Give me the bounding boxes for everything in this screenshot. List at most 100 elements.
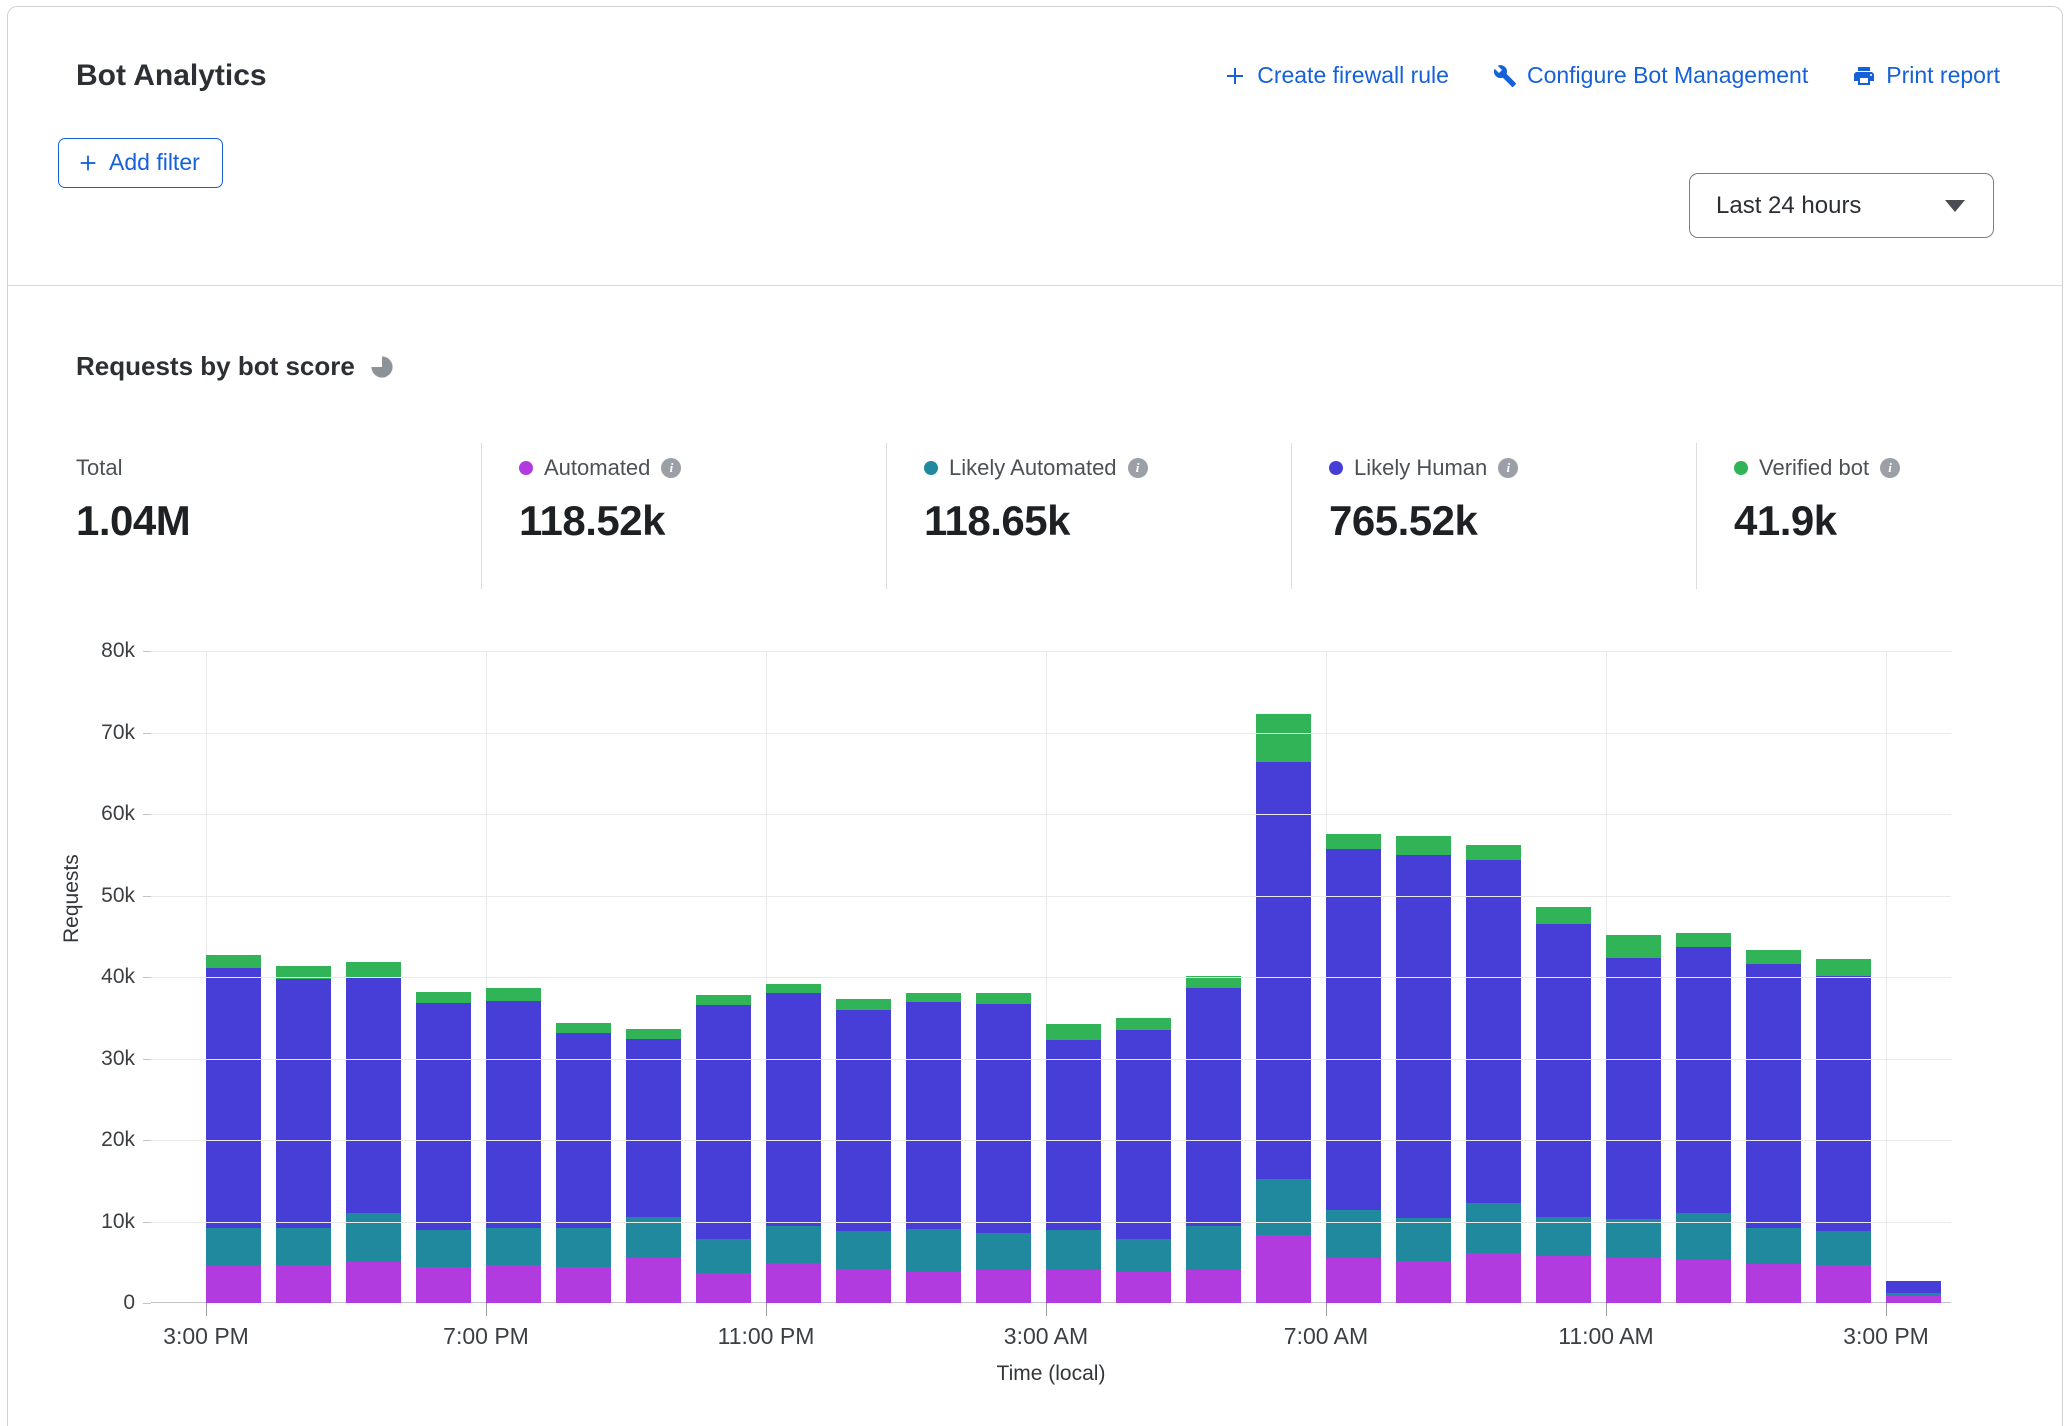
stat-label: Verified bot i (1734, 453, 2070, 483)
bar-segment-automated (1746, 1264, 1801, 1303)
bar-segment-automated (766, 1263, 821, 1303)
stat-likely-human: Likely Humani765.52k (1291, 443, 1696, 589)
bar-segment-automated (1256, 1235, 1311, 1303)
create-firewall-rule-link[interactable]: Create firewall rule (1223, 62, 1449, 89)
legend-dot (1329, 461, 1343, 475)
y-tick-label: 30k (73, 1047, 135, 1071)
stat-value: 118.65k (924, 497, 1291, 545)
bar-segment-automated (206, 1266, 261, 1303)
bar-segment-automated (1816, 1265, 1871, 1303)
configure-bot-management-link[interactable]: Configure Bot Management (1493, 62, 1808, 89)
bar-segment-automated (976, 1270, 1031, 1303)
bar-segment-verified-bot (696, 995, 751, 1005)
x-tick-label: 7:00 AM (1236, 1323, 1416, 1350)
bar-segment-likely-automated (556, 1228, 611, 1267)
bar-segment-likely-human (626, 1039, 681, 1217)
x-tick-label: 3:00 PM (116, 1323, 296, 1350)
time-range-dropdown[interactable]: Last 24 hours (1689, 173, 1994, 238)
bar-segment-verified-bot (1466, 845, 1521, 860)
y-tick-mark (143, 1059, 151, 1060)
info-icon[interactable]: i (661, 458, 681, 478)
bar-segment-verified-bot (1816, 959, 1871, 976)
print-report-label: Print report (1886, 62, 2000, 89)
bar-segment-automated (486, 1265, 541, 1303)
h-gridline (151, 977, 1951, 978)
stat-label: Automatedi (519, 453, 886, 483)
add-filter-button[interactable]: Add filter (58, 138, 223, 188)
h-gridline (151, 814, 1951, 815)
bar-segment-likely-human (1746, 964, 1801, 1228)
plus-icon (1223, 64, 1247, 88)
bar-segment-automated (1536, 1256, 1591, 1303)
header-actions: Create firewall rule Configure Bot Manag… (1223, 62, 2000, 89)
bar-segment-automated (346, 1262, 401, 1303)
info-icon[interactable]: i (1880, 458, 1900, 478)
stat-label-text: Likely Automated (949, 455, 1117, 481)
bar-segment-likely-automated (1326, 1210, 1381, 1258)
bar-segment-automated (1466, 1253, 1521, 1303)
bar-segment-verified-bot (1536, 907, 1591, 924)
bar-segment-likely-automated (836, 1231, 891, 1268)
bar-segment-likely-automated (346, 1213, 401, 1263)
bar-segment-verified-bot (626, 1029, 681, 1039)
y-tick-mark (143, 1222, 151, 1223)
y-tick-label: 50k (73, 884, 135, 908)
legend-dot (519, 461, 533, 475)
configure-bot-management-label: Configure Bot Management (1527, 62, 1808, 89)
bar-segment-likely-human (1116, 1030, 1171, 1239)
stat-label-text: Likely Human (1354, 455, 1487, 481)
bar-segment-likely-human (696, 1005, 751, 1240)
bar-segment-automated (1886, 1296, 1941, 1303)
stat-value: 1.04M (76, 497, 481, 545)
bar-segment-verified-bot (836, 999, 891, 1010)
bar-segment-verified-bot (1256, 714, 1311, 762)
bar-segment-automated (836, 1269, 891, 1303)
stat-label-text: Verified bot (1759, 455, 1869, 481)
bar-segment-automated (1396, 1261, 1451, 1303)
bar-segment-likely-automated (976, 1233, 1031, 1270)
y-tick-label: 20k (73, 1128, 135, 1152)
info-icon[interactable]: i (1128, 458, 1148, 478)
y-tick-label: 60k (73, 802, 135, 826)
bar-segment-automated (906, 1272, 961, 1303)
bar-segment-verified-bot (1396, 836, 1451, 855)
bot-analytics-card: Bot Analytics Create firewall rule Confi… (7, 6, 2063, 1426)
bar-segment-likely-automated (276, 1228, 331, 1265)
bar-segment-verified-bot (976, 993, 1031, 1004)
create-firewall-rule-label: Create firewall rule (1257, 62, 1449, 89)
time-range-value: Last 24 hours (1716, 192, 1861, 220)
x-tick-label: 3:00 PM (1796, 1323, 1976, 1350)
bar-segment-likely-human (906, 1002, 961, 1229)
bar-segment-likely-automated (1256, 1179, 1311, 1235)
y-tick-label: 0 (73, 1291, 135, 1315)
bar-segment-likely-human (486, 1001, 541, 1228)
bar-segment-likely-automated (206, 1228, 261, 1265)
y-tick-label: 80k (73, 639, 135, 663)
bar-segment-likely-human (1886, 1281, 1941, 1293)
stat-label-text: Total (76, 455, 122, 481)
stat-verified-bot: Verified boti41.9k (1696, 443, 2070, 589)
print-report-link[interactable]: Print report (1852, 62, 2000, 89)
info-icon[interactable]: i (1498, 458, 1518, 478)
stat-likely-automated: Likely Automated i 118.65k (886, 443, 1291, 589)
bar-segment-likely-automated (1186, 1226, 1241, 1270)
stat-value: 118.52k (519, 497, 886, 545)
x-tick-label: 7:00 PM (396, 1323, 576, 1350)
y-tick-mark (143, 1303, 151, 1304)
bar-segment-likely-automated (696, 1239, 751, 1272)
bar-segment-likely-automated (1396, 1218, 1451, 1260)
bar-segment-likely-human (1046, 1040, 1101, 1230)
bar-segment-likely-automated (766, 1226, 821, 1263)
bar-segment-verified-bot (416, 992, 471, 1003)
h-gridline (151, 1222, 1951, 1223)
x-tick-label: 11:00 AM (1516, 1323, 1696, 1350)
bar-segment-automated (696, 1273, 751, 1303)
bar-segment-likely-human (1186, 988, 1241, 1227)
bar-segment-automated (1186, 1270, 1241, 1303)
bar-segment-likely-human (1676, 947, 1731, 1213)
y-tick-label: 40k (73, 965, 135, 989)
stat-label: Total (76, 453, 481, 483)
y-tick-mark (143, 977, 151, 978)
y-tick-mark (143, 733, 151, 734)
header: Bot Analytics Create firewall rule Confi… (8, 7, 2062, 286)
